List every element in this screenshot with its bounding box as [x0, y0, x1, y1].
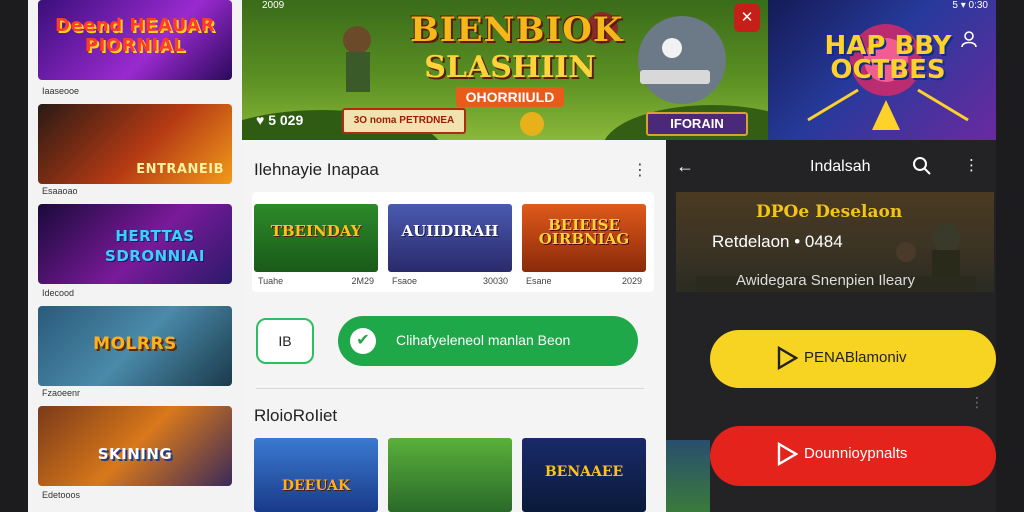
sidebar-game-label: Esaaoao [42, 186, 78, 196]
banner-logo-main: BIENBIOK [410, 10, 624, 50]
play-now-label: Clihafyeleneol manlan Beon [396, 332, 571, 348]
check-icon: ✔ [350, 328, 376, 354]
game-tile-meta-right: 30030 [482, 276, 508, 286]
sidebar-game-card[interactable]: SKINING [38, 406, 232, 486]
sidebar-game-label: Fzaoeenr [42, 388, 81, 398]
banner-likes-count: 5 029 [268, 112, 304, 128]
more-vertical-icon[interactable]: ⋮ [970, 394, 984, 411]
sidebar-game-title: MOLRRS [93, 334, 177, 354]
center-panel: Ilehnayie Inapaa ⋮ TBEINDAY Tuahe 2M29 A… [242, 140, 666, 512]
sidebar-game-card[interactable]: HERTTAS SDRONNIAI [38, 204, 232, 284]
game-tile[interactable] [388, 438, 512, 512]
promo-title: HAP BBY OCTBES [824, 31, 952, 85]
sidebar-game-card[interactable]: MOLRRS [38, 306, 232, 386]
sidebar-game-card[interactable]: Deend HEAUAR PIORNIAL [38, 0, 232, 80]
play-now-button[interactable]: ✔ Clihafyeleneol manlan Beon [338, 316, 638, 366]
banner-likes: ♥ 5 029 [256, 112, 303, 128]
download-button[interactable]: Dounnioypnalts [710, 426, 996, 486]
play-icon [777, 346, 798, 370]
game-row: TBEINDAY Tuahe 2M29 AUIIDIRAH Fsaoe 3003… [252, 192, 654, 292]
game-tile-meta-left: Tuahe [258, 276, 284, 286]
hero-title: DPOe Deselaon [756, 202, 903, 222]
search-icon[interactable] [912, 156, 932, 176]
banner-logo-tag: OHORRIIULD [455, 87, 565, 107]
banner-logo-sub: SLASHIIN [424, 50, 596, 85]
game-tile-meta-right: 2029 [621, 276, 642, 286]
game-tile-title: TBEINDAY [270, 222, 362, 240]
banner-top-number: 2009 [262, 0, 285, 11]
game-tile[interactable]: AUIIDIRAH [388, 204, 512, 272]
banner-logo: BIENBIOK SLASHIIN OHORRIIULD [410, 10, 624, 107]
decorative-strip [666, 440, 710, 512]
game-tile[interactable]: BEIEISE OIRBNIAG [522, 204, 646, 272]
game-tile-meta-right: 2M29 [351, 276, 374, 286]
game-tile-title: BENAAEE [544, 464, 624, 480]
detail-panel: ← Indalsah ⋮ DPOe Deselaon Retdelaon • 0… [666, 140, 996, 512]
promo-card[interactable]: 5 ▾ 0:30 HAP BBY OCTBES [768, 0, 996, 140]
more-vertical-icon[interactable]: ⋮ [964, 156, 979, 174]
sidebar-game-label: Edetooos [42, 490, 81, 500]
sidebar-game-label: Idecood [42, 288, 75, 298]
section-subtitle: RloioRoIiet [254, 406, 338, 425]
sidebar-game-title: ENTRANEIB [136, 162, 224, 177]
game-tile-meta-left: Fsaoe [392, 276, 418, 286]
user-icon[interactable] [960, 30, 978, 48]
download-label: Dounnioypnalts [804, 445, 908, 462]
game-tile-title: AUIIDIRAH [401, 222, 499, 240]
sidebar-game-card[interactable]: ENTRANEIB [38, 104, 232, 184]
more-vertical-icon[interactable]: ⋮ [632, 160, 648, 180]
sidebar-game-title: SKINING [97, 445, 173, 463]
panel-title: Indalsah [810, 158, 871, 175]
game-tile[interactable]: DEEUAK [254, 438, 378, 512]
sidebar-game-title: HERTTAS SDRONNIAI [105, 227, 205, 265]
banner-info-button[interactable]: IFORAIN [646, 112, 748, 136]
status-bar: 5 ▾ 0:30 [952, 0, 988, 11]
primary-action-label: PENABlamoniv [804, 349, 907, 366]
count-chip[interactable]: IB [256, 318, 314, 364]
sidebar-game-label: Iaaseooe [42, 86, 80, 96]
game-tile[interactable]: TBEINDAY [254, 204, 378, 272]
game-tile-meta-left: Esane [526, 276, 552, 286]
close-icon[interactable]: ✕ [734, 4, 760, 32]
game-tile[interactable]: BENAAEE [522, 438, 646, 512]
back-arrow-icon[interactable]: ← [676, 156, 694, 177]
hero-subtitle: Retdelaon • 0484 [712, 232, 843, 251]
featured-banner[interactable]: 2009 BIENBIOK SLASHIIN OHORRIIULD ♥ 5 02… [242, 0, 768, 140]
play-icon [777, 442, 798, 466]
sidebar-game-title: Deend HEAUAR PIORNIAL [55, 15, 215, 56]
heart-icon[interactable]: ♥ [256, 112, 264, 128]
primary-action-button[interactable]: PENABlamoniv [710, 330, 996, 388]
section-header: Ilehnayie Inapaa [254, 160, 379, 179]
game-sidebar: Deend HEAUAR PIORNIAL Iaaseooe ENTRANEIB… [28, 0, 242, 512]
app-screen: Deend HEAUAR PIORNIAL Iaaseooe ENTRANEIB… [0, 0, 1024, 512]
divider [256, 388, 644, 389]
game-tile-title: DEEUAK [281, 478, 351, 494]
banner-promo-button[interactable]: 3O noma PETRDNEA [342, 108, 466, 134]
game-tile-title: BEIEISE OIRBNIAG [538, 216, 630, 248]
panel-description: Awidegara Snenpien Ileary [736, 272, 916, 289]
